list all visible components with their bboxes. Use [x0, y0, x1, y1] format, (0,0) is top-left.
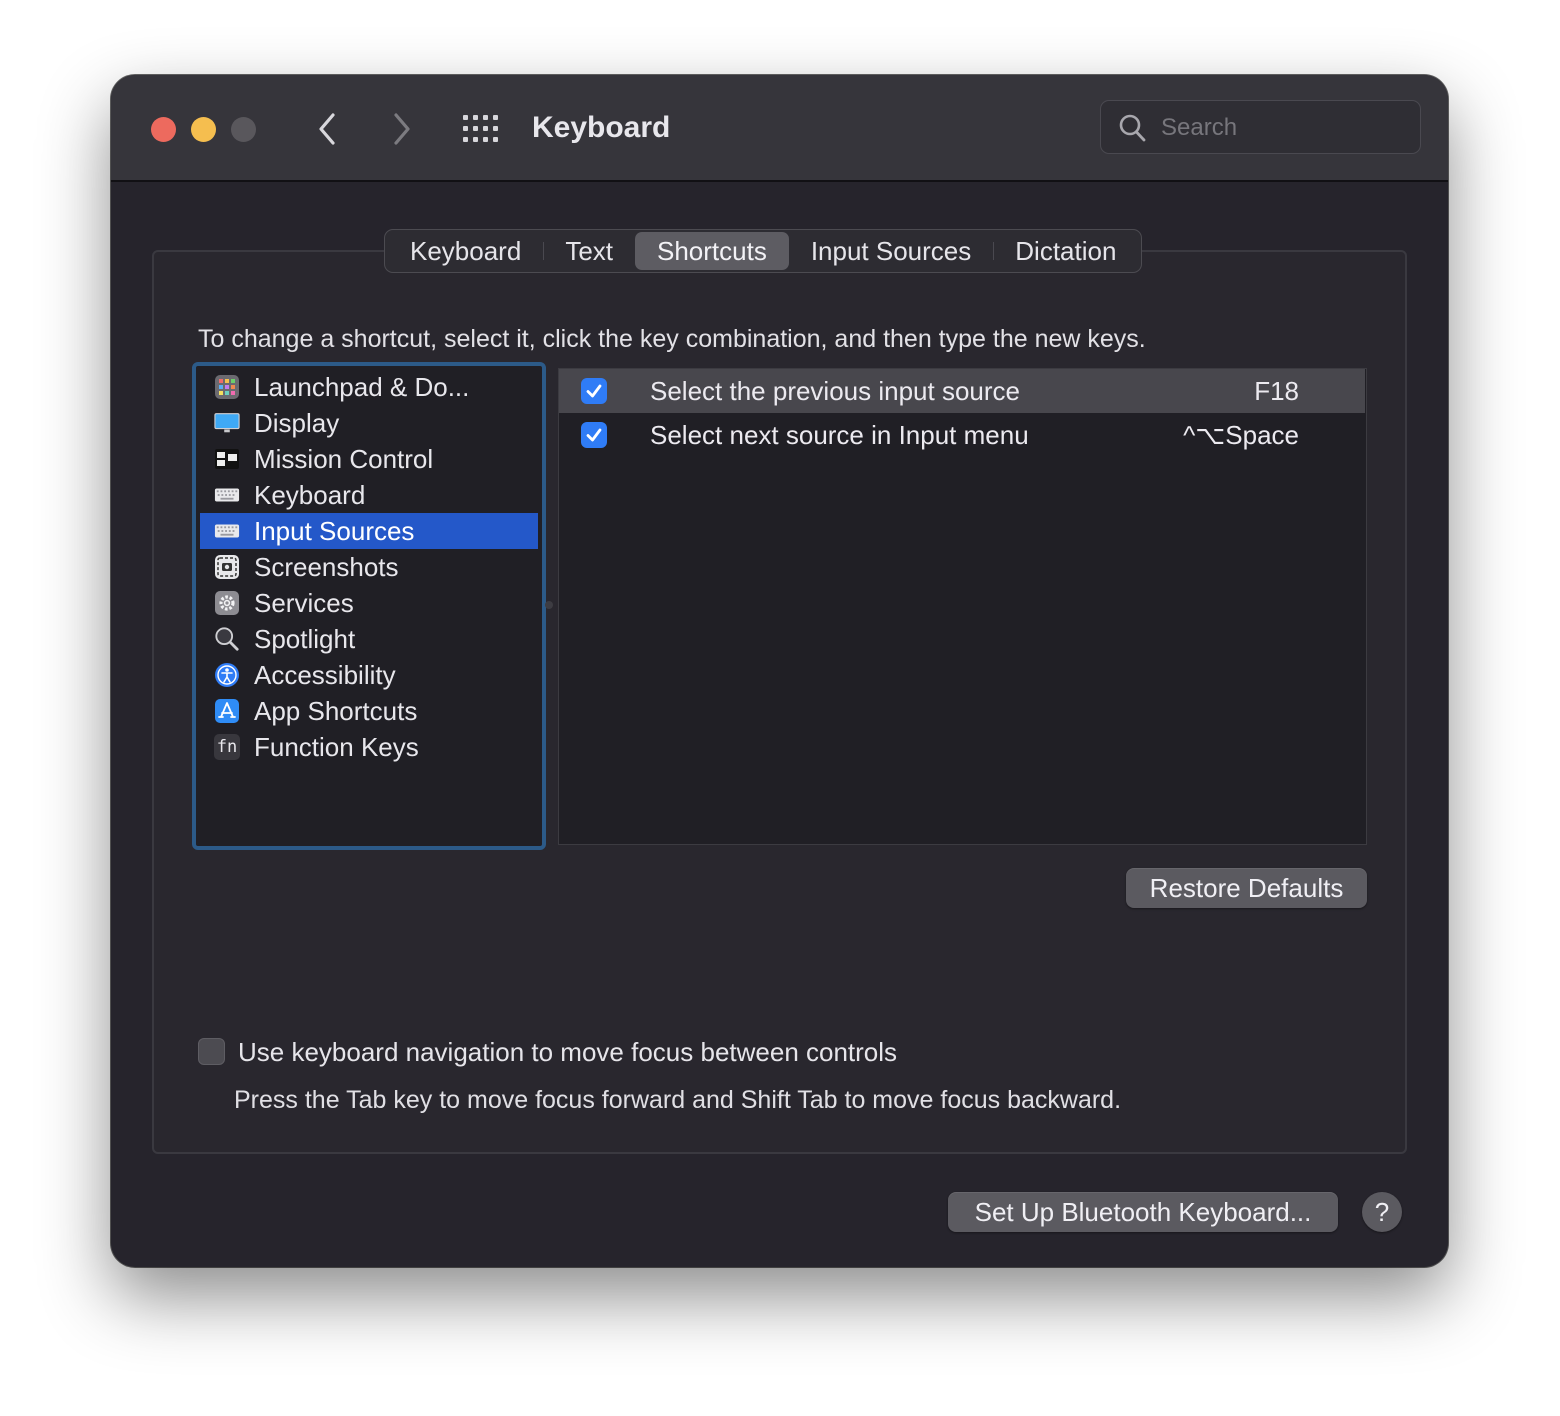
shortcut-label: Select next source in Input menu — [650, 420, 1029, 450]
category-services[interactable]: Services — [200, 585, 538, 621]
minimize-window-button[interactable] — [191, 117, 216, 142]
split-view-divider[interactable] — [545, 601, 553, 609]
search-icon — [1119, 114, 1146, 142]
search-placeholder: Search — [1161, 114, 1238, 141]
keyboard-navigation-checkbox[interactable] — [198, 1038, 225, 1065]
category-label: Services — [254, 587, 354, 618]
close-window-button[interactable] — [151, 117, 176, 142]
category-mission-control[interactable]: Mission Control — [200, 441, 538, 477]
zoom-window-button[interactable] — [231, 117, 256, 142]
category-label: App Shortcuts — [254, 695, 418, 726]
keyboard-navigation-description: Press the Tab key to move focus forward … — [234, 1086, 1122, 1114]
category-launchpad[interactable]: Launchpad & Do... — [200, 369, 538, 405]
shortcut-row[interactable]: Select next source in Input menu ^⌥Space — [559, 413, 1365, 457]
gear-icon — [214, 590, 240, 616]
category-app-shortcuts[interactable]: App Shortcuts — [200, 693, 538, 729]
tab-input-sources[interactable]: Input Sources — [789, 232, 995, 270]
launchpad-icon — [214, 374, 240, 400]
restore-defaults-button[interactable]: Restore Defaults — [1126, 868, 1367, 908]
category-display[interactable]: Display — [200, 405, 538, 441]
chevron-right-icon — [394, 113, 410, 145]
category-function-keys[interactable]: fn Function Keys — [200, 729, 538, 765]
keyboard-navigation-label: Use keyboard navigation to move focus be… — [238, 1037, 898, 1067]
instructions-text: To change a shortcut, select it, click t… — [198, 325, 1146, 353]
category-label: Launchpad & Do... — [254, 371, 470, 402]
category-label: Spotlight — [254, 623, 356, 654]
help-button[interactable]: ? — [1362, 1192, 1402, 1232]
title-bar: Keyboard Search — [111, 75, 1448, 182]
category-label: Screenshots — [254, 551, 399, 582]
tab-shortcuts[interactable]: Shortcuts — [635, 232, 789, 270]
category-label: Input Sources — [254, 515, 415, 546]
category-label: Keyboard — [254, 479, 366, 510]
keyboard-preferences-window: Keyboard Search Keyboard Text Shortcuts … — [111, 75, 1448, 1267]
shortcut-label: Select the previous input source — [650, 376, 1020, 406]
category-accessibility[interactable]: Accessibility — [200, 657, 538, 693]
magnifier-icon — [214, 626, 240, 652]
back-button[interactable] — [307, 107, 347, 151]
keyboard-icon — [214, 482, 240, 508]
app-store-icon — [214, 698, 240, 724]
window-title: Keyboard — [532, 111, 671, 144]
category-label: Display — [254, 407, 340, 438]
fn-icon: fn — [214, 734, 240, 760]
screenshot-icon — [214, 554, 240, 580]
shortcut-category-list[interactable]: Launchpad & Do... Display Mission Contro… — [192, 362, 546, 850]
category-keyboard[interactable]: Keyboard — [200, 477, 538, 513]
tab-dictation[interactable]: Dictation — [993, 232, 1138, 270]
category-label: Function Keys — [254, 731, 419, 762]
show-all-button[interactable] — [461, 107, 501, 151]
keyboard-icon — [214, 518, 240, 544]
shortcut-key[interactable]: ^⌥Space — [1183, 417, 1299, 453]
set-up-bluetooth-keyboard-button[interactable]: Set Up Bluetooth Keyboard... — [948, 1192, 1338, 1232]
shortcut-key[interactable]: F18 — [1254, 373, 1299, 409]
checkmark-icon — [586, 384, 602, 398]
category-screenshots[interactable]: Screenshots — [200, 549, 538, 585]
category-label: Mission Control — [254, 443, 434, 474]
chevron-left-icon — [319, 113, 335, 145]
tab-text[interactable]: Text — [543, 232, 635, 270]
shortcut-row[interactable]: Select the previous input source F18 — [559, 369, 1365, 413]
category-input-sources[interactable]: Input Sources — [200, 513, 538, 549]
grid-icon — [463, 115, 498, 142]
checkmark-icon — [586, 428, 602, 442]
category-spotlight[interactable]: Spotlight — [200, 621, 538, 657]
forward-button[interactable] — [382, 107, 422, 151]
tab-bar: Keyboard Text Shortcuts Input Sources Di… — [384, 229, 1143, 273]
category-label: Accessibility — [254, 659, 396, 690]
search-field[interactable]: Search — [1100, 100, 1421, 154]
shortcut-list[interactable]: Select the previous input source F18 Sel… — [558, 368, 1367, 845]
tab-keyboard[interactable]: Keyboard — [388, 232, 545, 270]
mission-control-icon — [214, 446, 240, 472]
shortcut-enabled-checkbox[interactable] — [581, 378, 607, 404]
accessibility-icon — [214, 662, 240, 688]
display-icon — [214, 410, 240, 436]
shortcut-enabled-checkbox[interactable] — [581, 422, 607, 448]
